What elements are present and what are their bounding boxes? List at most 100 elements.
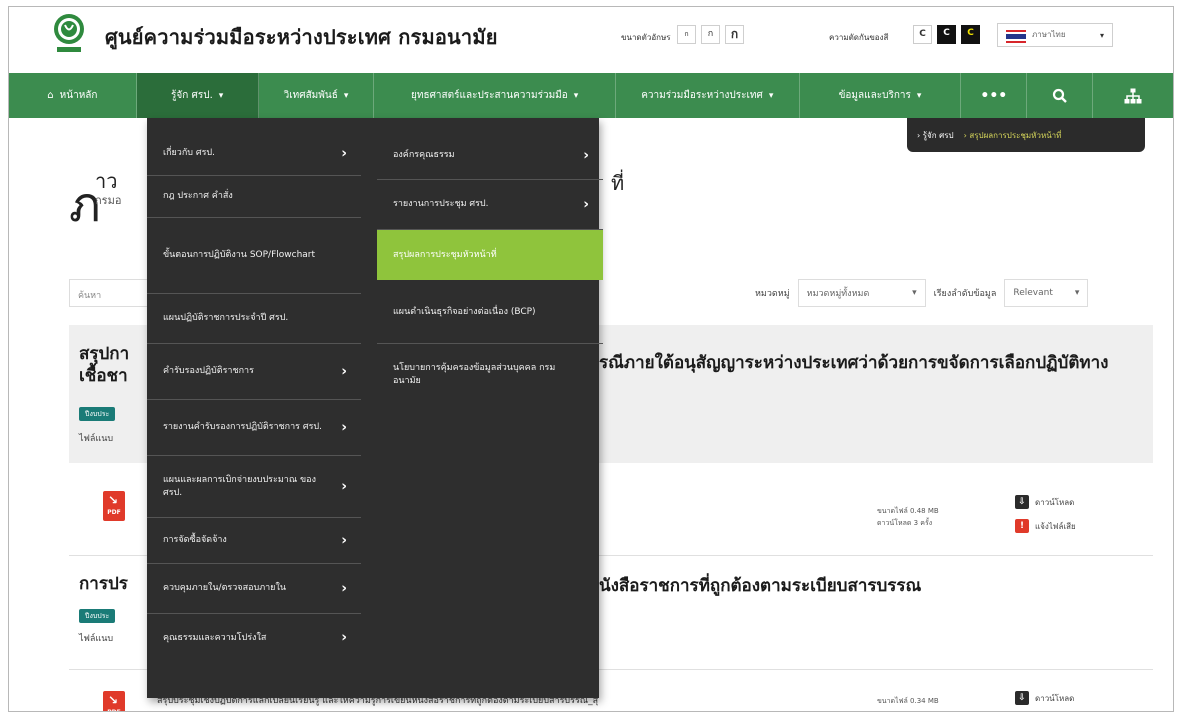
search-icon [1052, 88, 1067, 103]
menu-item-label: องค์กรคุณธรรม [393, 150, 455, 160]
nav-sitemap-button[interactable] [1093, 73, 1173, 118]
sort-value: Relevant [1013, 288, 1053, 298]
font-size-small-button[interactable]: ก [677, 25, 696, 44]
file-size: ขนาดไฟล์ 0.48 MB [877, 507, 939, 515]
category-select[interactable]: หมวดหมู่ทั้งหมด ▾ [797, 279, 926, 307]
sitemap-icon [1124, 88, 1142, 103]
result-title-continued[interactable]: นังสือราชการที่ถูกต้องตามระเบียบสารบรรณ [599, 575, 921, 597]
result-title-continued[interactable]: รณีภายใต้อนุสัญญาระหว่างประเทศว่าด้วยการ… [599, 352, 1108, 374]
nav-about-label: รู้จัก ศรป. [171, 90, 213, 101]
download-icon: ⇩ [1015, 495, 1029, 509]
menu-item-internal-control[interactable]: ควบคุมภายใน/ตรวจสอบภายใน › [147, 564, 361, 614]
menu-item-bcp[interactable]: แผนดำเนินธุรกิจอย่างต่อเนื่อง (BCP) [377, 282, 603, 344]
chevron-down-icon: ▾ [768, 90, 774, 101]
download-count: ดาวน์โหลด 3 ครั้ง [877, 519, 933, 527]
menu-item-label: แผนปฏิบัติราชการประจำปี ศรป. [163, 313, 289, 323]
nav-home[interactable]: ⌂ หน้าหลัก [9, 73, 137, 118]
pdf-icon: PDF [103, 491, 125, 521]
chevron-right-icon: › [341, 580, 347, 596]
chevron-right-icon: › [341, 363, 347, 379]
search-input[interactable]: ค้นหา [69, 279, 149, 307]
chevron-down-icon: ▾ [1099, 31, 1104, 40]
menu-item-head-meeting-summary[interactable]: สรุปผลการประชุมหัวหน้าที่ [377, 230, 603, 280]
chevron-down-icon: ▾ [343, 90, 349, 101]
nav-foreign-relations[interactable]: วิเทศสัมพันธ์ ▾ [259, 73, 375, 118]
nav-home-label: หน้าหลัก [59, 90, 98, 101]
menu-item-action-plan[interactable]: แผนปฏิบัติราชการประจำปี ศรป. [147, 294, 361, 344]
nav-info-services[interactable]: ข้อมูลและบริการ ▾ [800, 73, 962, 118]
font-size-medium-button[interactable]: ก [701, 25, 720, 44]
menu-item-integrity[interactable]: คุณธรรมและความโปร่งใส › [147, 614, 361, 662]
result-title[interactable]: สรุปกา [79, 343, 129, 365]
breadcrumb: › รู้จัก ศรป › สรุปผลการประชุมหัวหน้าที่ [907, 118, 1145, 152]
nav-more-button[interactable]: ••• [961, 73, 1028, 118]
menu-item-performance-report[interactable]: รายงานคำรับรองการปฏิบัติราชการ ศรป. › [147, 400, 361, 456]
page-title-tail: ที่ [611, 171, 625, 195]
chevron-down-icon: ▾ [916, 90, 922, 101]
menu-item-label: รายงานการประชุม ศรป. [393, 199, 489, 209]
menu-item-label: การจัดซื้อจัดจ้าง [163, 535, 227, 545]
fiscal-year-tag: ปีงบประ [79, 609, 116, 623]
report-label: แจ้งไฟล์เสีย [1035, 521, 1076, 531]
menu-item-performance-agreement[interactable]: คำรับรองปฏิบัติราชการ › [147, 344, 361, 400]
menu-item-rules[interactable]: กฎ ประกาศ คำสั่ง [147, 176, 361, 218]
sort-select[interactable]: Relevant ▾ [1004, 279, 1089, 307]
download-label: ดาวน์โหลด [1035, 497, 1075, 507]
department-logo-icon[interactable] [51, 12, 87, 54]
category-value: หมวดหมู่ทั้งหมด [806, 289, 870, 299]
menu-item-label: กฎ ประกาศ คำสั่ง [163, 191, 233, 201]
category-label: หมวดหมู่ [755, 289, 790, 299]
more-icon: ••• [980, 87, 1008, 104]
menu-item-label: สรุปผลการประชุมหัวหน้าที่ [393, 249, 497, 260]
nav-strategy-label: ยุทธศาสตร์และประสานความร่วมมือ [411, 90, 568, 101]
download-button[interactable]: ⇩ ดาวน์โหลด [1015, 495, 1074, 509]
menu-item-procurement[interactable]: การจัดซื้อจัดจ้าง › [147, 518, 361, 564]
result-title-line2[interactable]: เชื้อชา [79, 365, 128, 387]
sort-label: เรียงลำดับข้อมูล [933, 289, 997, 299]
nav-info-services-label: ข้อมูลและบริการ [838, 90, 911, 101]
nav-international-cooperation[interactable]: ความร่วมมือระหว่างประเทศ ▾ [616, 73, 800, 118]
menu-item-sop[interactable]: ขั้นตอนการปฏิบัติงาน SOP/Flowchart [147, 218, 361, 294]
contrast-dark-button[interactable]: C [937, 25, 956, 44]
breadcrumb-current: › สรุปผลการประชุมหัวหน้าที่ [963, 130, 1062, 140]
menu-item-budget[interactable]: แผนและผลการเบิกจ่ายงบประมาณ ของ ศรป. › [147, 456, 361, 518]
home-icon: ⌂ [47, 90, 54, 101]
chevron-right-icon: › [341, 629, 347, 646]
report-broken-file-button[interactable]: ! แจ้งไฟล์เสีย [1015, 519, 1076, 533]
font-size-label: ขนาดตัวอักษร [621, 33, 671, 42]
result-title[interactable]: การปร [79, 573, 128, 595]
chevron-right-icon: › [341, 419, 347, 435]
chevron-right-icon: › [341, 145, 347, 161]
menu-item-label: คำรับรองปฏิบัติราชการ [163, 366, 254, 376]
chevron-right-icon: › [341, 532, 347, 548]
nav-international-cooperation-label: ความร่วมมือระหว่างประเทศ [641, 90, 763, 101]
download-button[interactable]: ⇩ ดาวน์โหลด [1015, 691, 1074, 705]
thai-flag-icon [1006, 30, 1026, 44]
chevron-down-icon: ▾ [573, 90, 579, 101]
menu-item-meeting-reports[interactable]: รายงานการประชุม ศรป. › [377, 180, 603, 230]
warning-icon: ! [1015, 519, 1029, 533]
font-size-large-button[interactable]: ก [725, 25, 744, 44]
nav-about[interactable]: รู้จัก ศรป. ▾ [136, 73, 259, 118]
nav-search-button[interactable] [1027, 73, 1094, 118]
menu-item-label: คุณธรรมและความโปร่งใส [163, 632, 267, 643]
nav-foreign-relations-label: วิเทศสัมพันธ์ [283, 90, 338, 101]
fiscal-year-tag: ปีงบประ [79, 407, 116, 421]
menu-item-privacy-policy[interactable]: นโยบายการคุ้มครองข้อมูลส่วนบุคคล กรมอนาม… [377, 344, 603, 406]
menu-item-label: แผนดำเนินธุรกิจอย่างต่อเนื่อง (BCP) [393, 307, 536, 317]
site-title[interactable]: ศูนย์ความร่วมมือระหว่างประเทศ กรมอนามัย [105, 21, 498, 53]
filter-row: หมวดหมู่ หมวดหมู่ทั้งหมด ▾ เรียงลำดับข้อ… [755, 279, 1089, 307]
chevron-right-icon: › [583, 196, 589, 212]
menu-item-moral-organization[interactable]: องค์กรคุณธรรม › [377, 132, 603, 180]
contrast-yellow-button[interactable]: C [961, 25, 980, 44]
about-dropdown-menu: เกี่ยวกับ ศรป. › กฎ ประกาศ คำสั่ง ขั้นตอ… [147, 118, 603, 698]
site-header: ศูนย์ความร่วมมือระหว่างประเทศ กรมอนามัย … [9, 7, 1173, 73]
nav-strategy[interactable]: ยุทธศาสตร์และประสานความร่วมมือ ▾ [374, 73, 616, 118]
main-nav: ⌂ หน้าหลัก รู้จัก ศรป. ▾ วิเทศสัมพันธ์ ▾… [9, 73, 1173, 118]
menu-item-about-center[interactable]: เกี่ยวกับ ศรป. › [147, 132, 361, 176]
breadcrumb-parent[interactable]: › รู้จัก ศรป [917, 129, 954, 142]
contrast-label: ความตัดกันของสี [829, 33, 889, 42]
contrast-normal-button[interactable]: C [913, 25, 932, 44]
language-select[interactable]: ภาษาไทย ▾ [997, 23, 1113, 47]
chevron-down-icon: ▾ [1074, 288, 1080, 298]
